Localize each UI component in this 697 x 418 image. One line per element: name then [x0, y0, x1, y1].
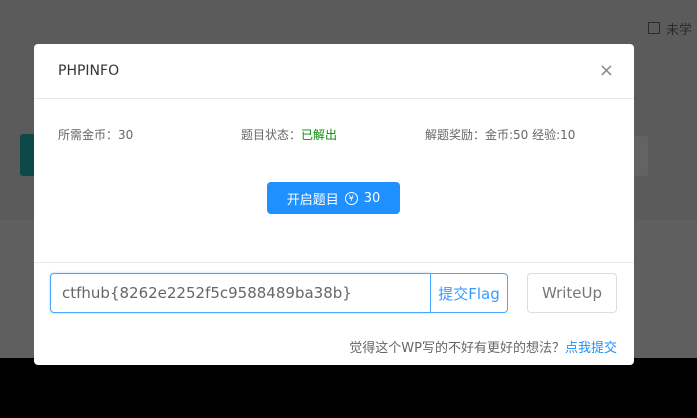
modal-header: PHPINFO ×	[34, 44, 634, 99]
start-label: 开启题目	[286, 192, 339, 208]
feedback-row: 觉得这个WP写的不好有更好的想法？点我提交	[349, 337, 617, 356]
background-checkbox[interactable]	[648, 22, 660, 34]
writeup-button[interactable]: WriteUp	[527, 273, 617, 313]
challenge-modal: PHPINFO × 所需金币：30 题目状态：已解出 解题奖励：金币:50 经验…	[34, 44, 634, 365]
challenge-status: 题目状态：已解出	[241, 126, 337, 143]
feedback-text: 觉得这个WP写的不好有更好的想法？	[349, 341, 565, 356]
close-icon[interactable]: ×	[599, 62, 614, 80]
flag-input[interactable]	[50, 273, 431, 313]
start-cost: 30	[363, 190, 381, 206]
status-badge: 已解出	[301, 128, 338, 142]
start-challenge-button[interactable]: 开启题目 ¥ 30	[267, 182, 400, 214]
required-coins: 所需金币：30	[58, 128, 134, 142]
modal-title: PHPINFO	[58, 63, 120, 79]
reward-info: 解题奖励：金币:50 经验:10	[425, 128, 576, 142]
status-label: 题目状态：	[241, 128, 302, 142]
submit-flag-button[interactable]: 提交Flag	[430, 273, 508, 313]
divider	[34, 262, 634, 263]
background-checkbox-label: 未学	[666, 23, 693, 38]
coin-icon: ¥	[344, 191, 358, 205]
feedback-link[interactable]: 点我提交	[565, 341, 617, 356]
